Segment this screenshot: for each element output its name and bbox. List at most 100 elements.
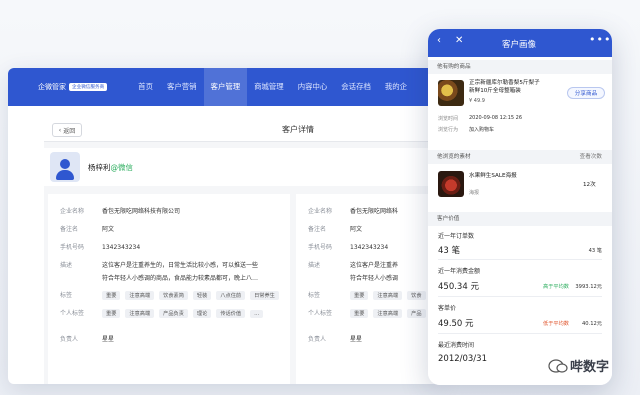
material-image — [438, 171, 464, 197]
metric-value: 2012/03/31 — [438, 354, 487, 364]
nav-session-archive[interactable]: 会话存档 — [334, 68, 378, 106]
tag[interactable]: 饮食 — [407, 291, 426, 300]
purchased-section: 他有购的商品 正宗新疆库尔勒香梨5斤梨子 新鲜10斤全母整箱装 ¥ 49.9 分… — [428, 60, 612, 142]
tag[interactable]: 八点住前 — [216, 291, 246, 300]
tag[interactable]: 注意高端 — [125, 291, 155, 300]
field-value: 星星 — [350, 336, 363, 343]
nav-content-center[interactable]: 内容中心 — [291, 68, 335, 106]
more-tags[interactable]: … — [250, 310, 264, 318]
brand-badge: 企业微信服务商 — [69, 83, 108, 91]
field-value: 阿文 — [102, 226, 115, 233]
nav-home[interactable]: 首页 — [131, 68, 160, 106]
tag[interactable]: 产品负责 — [159, 309, 188, 318]
tag[interactable]: 重要 — [350, 291, 369, 300]
tag[interactable]: 重要 — [350, 309, 369, 318]
field-value: 符合年轻人小感调的商品，食品能力较素品都可，晚上八… — [102, 275, 259, 282]
nav-mall-management[interactable]: 商城管理 — [247, 68, 291, 106]
field-description-cont: 符合年轻人小感调的商品，食品能力较素品都可，晚上八… — [60, 273, 258, 282]
section-title-text: 他浏览的素材 — [437, 154, 471, 160]
top-nav-bar: 企微管家 企业微信服务商 首页 客户营销 客户管理 商城管理 内容中心 会话存档… — [8, 68, 440, 106]
material-type: 海报 — [469, 190, 480, 196]
field-label: 描述 — [308, 262, 321, 269]
share-product-button[interactable]: 分享商品 — [567, 87, 605, 99]
field-value: 1342343234 — [102, 244, 141, 251]
back-label: 返回 — [63, 127, 76, 135]
back-button[interactable]: ‹ 返回 — [52, 123, 82, 137]
field-label: 负责人 — [308, 336, 327, 343]
product-image — [438, 80, 464, 106]
material-view-count: 12次 — [583, 182, 596, 188]
tag[interactable]: 日常养生 — [250, 291, 279, 300]
more-dots-icon[interactable]: ••• — [589, 33, 611, 46]
metric-value: 43 笔 — [438, 246, 461, 256]
field-owner: 负责人 星星 — [308, 334, 362, 343]
close-icon[interactable]: ✕ — [455, 35, 463, 46]
field-label: 备注名 — [60, 226, 79, 233]
nav-customer-management[interactable]: 客户管理 — [203, 68, 248, 106]
product-price: ¥ 49.9 — [469, 98, 485, 104]
field-label: 企业名称 — [60, 208, 85, 215]
field-label: 手机号码 — [60, 244, 85, 251]
back-arrow-icon[interactable]: ‹ — [437, 35, 441, 46]
metric-compare-value: 3993.12元 — [575, 284, 602, 290]
field-persona-tags: 个人标签 重要 注意高端 产品负责 理论 传话价值 … — [60, 308, 268, 318]
field-company: 企业名称 香包无限吃网络科 — [308, 206, 398, 215]
customer-name-line: 杨梓利@微信 — [88, 162, 133, 173]
metric-compare-tag: 高于平均数 — [543, 283, 569, 290]
field-company: 企业名称 香包无限吃网络科技有限公司 — [60, 206, 180, 215]
field-remark: 备注名 阿文 — [60, 224, 114, 233]
material-name[interactable]: 水果鲜生SALE海报 — [469, 172, 517, 180]
mobile-header: ‹ ✕ 客户画像 ••• — [428, 29, 612, 57]
tag[interactable]: 轻装 — [192, 291, 212, 300]
field-value: 这位客户是注重养生的，日常生活比较小感，可以推送一些 — [102, 262, 259, 269]
view-count-header: 查看次数 — [579, 154, 602, 160]
viewed-materials-section: 他浏览的素材 查看次数 水果鲜生SALE海报 海报 12次 — [428, 150, 612, 208]
purchase-status: 加入购物车 — [469, 127, 495, 133]
tag[interactable]: 产品 — [407, 309, 426, 318]
field-label: 标签 — [308, 292, 321, 299]
field-description: 描述 这位客户是注重养 — [308, 260, 398, 269]
field-label: 负责人 — [60, 336, 79, 343]
brand-name: 企微管家 — [38, 83, 66, 91]
purchase-time: 2020-09-08 12:15 26 — [469, 115, 523, 121]
nav-my-company[interactable]: 我的企 — [378, 68, 414, 106]
customer-source: @微信 — [110, 163, 134, 172]
tag[interactable]: 重要 — [102, 291, 121, 300]
avatar-icon — [50, 152, 80, 182]
mobile-title: 客户画像 — [502, 40, 537, 50]
purchase-status-label: 浏览行为 — [438, 127, 459, 133]
metric-label: 最近消费时间 — [438, 342, 475, 349]
tag[interactable]: 注意高端 — [125, 309, 155, 318]
tag[interactable]: 重要 — [102, 309, 121, 318]
field-label: 描述 — [60, 262, 73, 269]
metric-label: 近一年消费金额 — [438, 268, 481, 275]
field-owner: 负责人 星星 — [60, 334, 114, 343]
divider — [438, 333, 602, 334]
field-remark: 备注名 阿文 — [308, 224, 362, 233]
metric-compare-tag: 低于平均数 — [543, 320, 569, 327]
divider — [438, 259, 602, 260]
customer-profile: 杨梓利@微信 — [44, 148, 440, 186]
info-panel-right: 企业名称 香包无限吃网络科 备注名 阿文 手机号码 1342343234 描述 这位客户… — [296, 194, 440, 384]
section-title: 客户价值 — [428, 212, 612, 226]
mobile-panel: ‹ ✕ 客户画像 ••• 他有购的商品 正宗新疆库尔勒香梨5斤梨子 新鲜10斤全… — [428, 29, 612, 385]
field-label: 备注名 — [308, 226, 327, 233]
tag[interactable]: 饮食素简 — [159, 291, 188, 300]
field-label: 标签 — [60, 292, 73, 299]
tag[interactable]: 传话价值 — [216, 309, 246, 318]
nav-customer-marketing[interactable]: 客户营销 — [160, 68, 204, 106]
page-title: 客户详情 — [282, 125, 314, 134]
field-value: 香包无限吃网络科技有限公司 — [102, 208, 181, 215]
field-value: 符合年轻人小感调 — [350, 275, 399, 282]
field-value: 1342343234 — [350, 244, 389, 251]
field-label: 个人标签 — [60, 310, 85, 317]
customer-name: 杨梓利 — [88, 163, 111, 172]
field-phone: 手机号码 1342343234 — [308, 242, 388, 251]
field-value: 这位客户是注重养 — [350, 262, 399, 269]
tag[interactable]: 理论 — [192, 309, 212, 318]
field-tags: 标签 重要 注意高端 饮食 — [308, 290, 431, 300]
tag[interactable]: 注意高端 — [373, 309, 403, 318]
field-label: 企业名称 — [308, 208, 333, 215]
tag[interactable]: 注意高端 — [373, 291, 403, 300]
chevron-left-icon: ‹ — [58, 126, 62, 134]
